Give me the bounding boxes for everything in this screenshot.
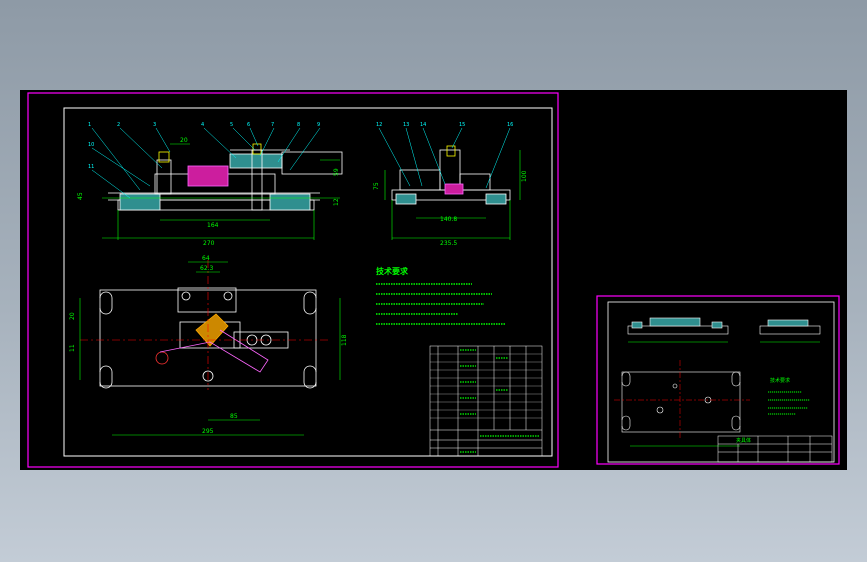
dim-140-8: 140.8 (440, 216, 457, 223)
dim-59: 59 (333, 168, 340, 176)
callout-8: 8 (297, 122, 300, 128)
callout-10: 10 (88, 142, 94, 148)
front-view (108, 143, 343, 211)
callout-7: 7 (271, 122, 274, 128)
callout-12: 12 (376, 122, 382, 128)
dim-62-3: 62.3 (200, 265, 214, 272)
dim-235-5: 235.5 (440, 240, 457, 247)
front-view-dims (102, 143, 340, 240)
callout-14: 14 (420, 122, 426, 128)
dim-12: 12 (333, 198, 340, 206)
main-tech-lines (376, 283, 506, 325)
main-title-block-rows (430, 353, 542, 419)
callout-9: 9 (317, 122, 320, 128)
callout-6: 6 (247, 122, 250, 128)
dim-20: 20 (180, 137, 188, 144)
callout-15: 15 (459, 122, 465, 128)
cad-drawing-canvas: 164 270 20 45 59 12 1 2 3 4 5 6 7 8 9 10… (27, 92, 840, 468)
workpiece-hatch-front (187, 165, 229, 187)
detail-tech-lines (768, 391, 810, 415)
callout-2: 2 (117, 122, 120, 128)
detail-top-view (621, 371, 741, 433)
dim-118: 118 (341, 334, 348, 346)
dim-295: 295 (202, 428, 214, 435)
callout-4: 4 (201, 122, 204, 128)
detail-dims (628, 341, 820, 447)
dim-11: 11 (69, 344, 76, 352)
detail-front-view (627, 317, 729, 335)
callout-11: 11 (88, 164, 94, 170)
main-tech-title: 技术要求 (376, 266, 409, 276)
main-title-block-text (460, 349, 540, 453)
callout-16: 16 (507, 122, 513, 128)
workpiece-top (195, 313, 229, 347)
callout-13: 13 (403, 122, 409, 128)
detail-tech-title: 技术要求 (770, 377, 790, 384)
dim-164: 164 (207, 222, 219, 229)
dim-20b: 20 (69, 312, 76, 320)
detail-title-cell: 夹具体 (736, 437, 751, 444)
dim-100: 100 (521, 170, 528, 182)
detail-side-view (759, 319, 821, 335)
dim-45: 45 (77, 192, 84, 200)
callout-1: 1 (88, 122, 91, 128)
side-view (391, 145, 511, 205)
main-drawing-border (63, 107, 553, 457)
front-callouts (91, 127, 321, 199)
dim-64: 64 (202, 255, 210, 262)
callout-5: 5 (230, 122, 233, 128)
dim-270: 270 (203, 240, 215, 247)
main-sheet: 164 270 20 45 59 12 1 2 3 4 5 6 7 8 9 10… (27, 92, 559, 468)
main-sheet-frame (27, 92, 559, 468)
cad-viewport[interactable]: 164 270 20 45 59 12 1 2 3 4 5 6 7 8 9 10… (20, 90, 847, 470)
detail-sheet: 技术要求 夹具体 (596, 295, 840, 465)
main-title-block (429, 345, 543, 457)
callout-3: 3 (153, 122, 156, 128)
dim-85: 85 (230, 413, 238, 420)
dim-75: 75 (373, 182, 380, 190)
